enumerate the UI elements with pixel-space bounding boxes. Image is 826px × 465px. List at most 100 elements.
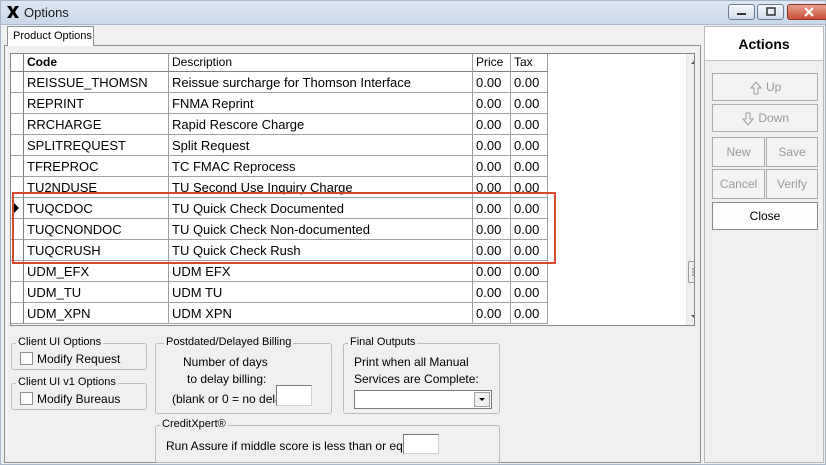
chevron-down-icon xyxy=(479,398,485,401)
cell-code[interactable]: RRCHARGE xyxy=(24,114,169,135)
modify-bureaus-label: Modify Bureaus xyxy=(37,392,121,406)
cell-description[interactable]: TC FMAC Reprocess xyxy=(169,156,473,177)
row-selector[interactable] xyxy=(11,282,24,303)
column-header-tax[interactable]: Tax xyxy=(511,54,548,72)
delay-days-input[interactable] xyxy=(276,385,312,406)
scroll-thumb[interactable] xyxy=(688,261,694,283)
cell-price[interactable]: 0.00 xyxy=(473,156,511,177)
row-selector[interactable] xyxy=(11,303,24,324)
creditxpert-text: Run Assure if middle score is less than … xyxy=(166,439,433,453)
cell-code[interactable]: TFREPROC xyxy=(24,156,169,177)
actions-title: Actions xyxy=(705,27,823,61)
save-label: Save xyxy=(778,145,806,159)
app-x-icon xyxy=(7,6,19,18)
row-selector[interactable] xyxy=(11,114,24,135)
cell-price[interactable]: 0.00 xyxy=(473,72,511,93)
cell-tax[interactable]: 0.00 xyxy=(511,198,548,219)
modify-bureaus-checkbox[interactable] xyxy=(20,392,33,405)
cell-code[interactable]: TUQCDOC xyxy=(24,198,169,219)
client-ui-options-label: Client UI Options xyxy=(16,336,104,348)
row-selector[interactable] xyxy=(11,198,24,219)
tab-product-options[interactable]: Product Options xyxy=(7,26,94,46)
cell-price[interactable]: 0.00 xyxy=(473,135,511,156)
cell-description[interactable]: TU Quick Check Non-documented xyxy=(169,219,473,240)
cell-tax[interactable]: 0.00 xyxy=(511,282,548,303)
cell-tax[interactable]: 0.00 xyxy=(511,114,548,135)
row-selector[interactable] xyxy=(11,156,24,177)
cell-code[interactable]: UDM_XPN xyxy=(24,303,169,324)
row-selector[interactable] xyxy=(11,93,24,114)
row-selector[interactable] xyxy=(11,72,24,93)
window-title: Options xyxy=(24,5,69,20)
cell-tax[interactable]: 0.00 xyxy=(511,135,548,156)
modify-request-checkbox[interactable] xyxy=(20,352,33,365)
client-ui-v1-options-group: Client UI v1 Options Modify Bureaus xyxy=(11,376,147,410)
cell-tax[interactable]: 0.00 xyxy=(511,156,548,177)
cell-code[interactable]: UDM_TU xyxy=(24,282,169,303)
verify-label: Verify xyxy=(776,177,807,191)
scroll-down-arrow-icon[interactable] xyxy=(687,309,695,325)
cell-price[interactable]: 0.00 xyxy=(473,240,511,261)
row-selector[interactable] xyxy=(11,240,24,261)
cell-code[interactable]: UDM_EFX xyxy=(24,261,169,282)
row-selector[interactable] xyxy=(11,261,24,282)
cell-description[interactable]: Rapid Rescore Charge xyxy=(169,114,473,135)
new-button[interactable]: New xyxy=(712,137,765,167)
cell-tax[interactable]: 0.00 xyxy=(511,177,548,198)
verify-button[interactable]: Verify xyxy=(766,169,818,199)
final-outputs-dropdown[interactable] xyxy=(354,390,492,409)
cell-tax[interactable]: 0.00 xyxy=(511,240,548,261)
cell-description[interactable]: Split Request xyxy=(169,135,473,156)
cell-price[interactable]: 0.00 xyxy=(473,114,511,135)
cell-code[interactable]: REISSUE_THOMSN xyxy=(24,72,169,93)
assure-score-input[interactable] xyxy=(403,434,439,454)
close-button[interactable]: Close xyxy=(712,202,818,230)
cell-description[interactable]: UDM EFX xyxy=(169,261,473,282)
grid-vertical-scrollbar[interactable] xyxy=(686,54,695,325)
cell-description[interactable]: TU Quick Check Rush xyxy=(169,240,473,261)
cell-price[interactable]: 0.00 xyxy=(473,198,511,219)
cell-description[interactable]: UDM XPN xyxy=(169,303,473,324)
cell-tax[interactable]: 0.00 xyxy=(511,261,548,282)
cell-price[interactable]: 0.00 xyxy=(473,177,511,198)
cell-description[interactable]: Reissue surcharge for Thomson Interface xyxy=(169,72,473,93)
cancel-button[interactable]: Cancel xyxy=(712,169,765,199)
cell-price[interactable]: 0.00 xyxy=(473,219,511,240)
cell-code[interactable]: TU2NDUSE xyxy=(24,177,169,198)
column-header-code[interactable]: Code xyxy=(24,54,169,72)
row-selector-header xyxy=(11,54,24,72)
cell-description[interactable]: FNMA Reprint xyxy=(169,93,473,114)
cell-price[interactable]: 0.00 xyxy=(473,93,511,114)
save-button[interactable]: Save xyxy=(766,137,818,167)
dropdown-button[interactable] xyxy=(474,392,490,407)
cell-description[interactable]: TU Quick Check Documented xyxy=(169,198,473,219)
cell-tax[interactable]: 0.00 xyxy=(511,72,548,93)
cell-price[interactable]: 0.00 xyxy=(473,303,511,324)
cell-description[interactable]: UDM TU xyxy=(169,282,473,303)
cell-tax[interactable]: 0.00 xyxy=(511,93,548,114)
cell-price[interactable]: 0.00 xyxy=(473,261,511,282)
client-ui-v1-options-label: Client UI v1 Options xyxy=(16,376,118,388)
row-selector[interactable] xyxy=(11,219,24,240)
product-options-grid[interactable]: Code Description Price Tax REISSUE_THOMS… xyxy=(10,53,695,326)
cell-tax[interactable]: 0.00 xyxy=(511,303,548,324)
close-window-button[interactable] xyxy=(787,4,826,20)
cell-code[interactable]: REPRINT xyxy=(24,93,169,114)
column-header-price[interactable]: Price xyxy=(473,54,511,72)
cell-tax[interactable]: 0.00 xyxy=(511,219,548,240)
cell-code[interactable]: TUQCRUSH xyxy=(24,240,169,261)
row-selector[interactable] xyxy=(11,135,24,156)
minimize-button[interactable] xyxy=(728,4,755,20)
title-bar: Options xyxy=(1,1,826,25)
cell-price[interactable]: 0.00 xyxy=(473,282,511,303)
cell-code[interactable]: SPLITREQUEST xyxy=(24,135,169,156)
cell-code[interactable]: TUQCNONDOC xyxy=(24,219,169,240)
cell-description[interactable]: TU Second Use Inquiry Charge xyxy=(169,177,473,198)
scroll-up-arrow-icon[interactable] xyxy=(687,54,695,70)
row-selector[interactable] xyxy=(11,177,24,198)
postdated-billing-label: Postdated/Delayed Billing xyxy=(164,336,294,348)
column-header-description[interactable]: Description xyxy=(169,54,473,72)
down-button[interactable]: Down xyxy=(712,104,818,132)
up-button[interactable]: Up xyxy=(712,73,818,101)
restore-button[interactable] xyxy=(757,4,784,20)
